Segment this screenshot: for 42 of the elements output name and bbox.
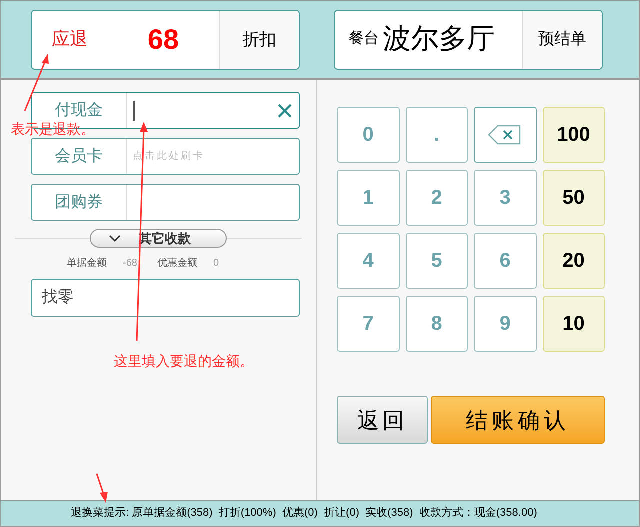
digit-key[interactable]: 1 xyxy=(337,170,400,226)
back-button[interactable]: 返回 xyxy=(337,396,428,444)
amount-key[interactable]: 100 xyxy=(542,107,605,163)
digit-key[interactable]: 8 xyxy=(406,296,468,352)
digit-key[interactable]: 7 xyxy=(337,296,400,352)
payment-field[interactable]: 会员卡 点击此处刷卡 xyxy=(31,138,300,175)
field-label: 会员卡 xyxy=(32,139,127,174)
digit-key[interactable]: 5 xyxy=(406,233,468,289)
digit-key[interactable]: 6 xyxy=(474,233,536,289)
discount-button[interactable]: 折扣 xyxy=(219,10,299,68)
text-cursor xyxy=(133,100,135,120)
change-field[interactable]: 找零 xyxy=(31,279,300,317)
pre-bill-button[interactable]: 预结单 xyxy=(522,10,602,68)
backspace-icon xyxy=(488,125,522,145)
digit-key[interactable]: 4 xyxy=(337,233,400,289)
amount-key[interactable]: 10 xyxy=(542,296,605,352)
annotation-arrow xyxy=(24,54,49,112)
table-name: 波尔多厅 xyxy=(383,22,496,56)
confirm-checkout-button[interactable]: 结账确认 xyxy=(431,396,605,444)
amount-key[interactable]: 50 xyxy=(542,170,605,226)
payment-field[interactable]: 团购券 xyxy=(31,184,300,221)
summary-label: 优惠金额 xyxy=(157,256,198,271)
summary-value: 0 xyxy=(213,257,220,271)
amount-key[interactable]: 20 xyxy=(542,233,605,289)
table-label: 餐台 xyxy=(349,29,379,50)
status-text: 退换菜提示: 原单据金额(358) 打折(100%) 优惠(0) 折让(0) 实收(358) 收款方式：现金(358.00) xyxy=(71,506,538,522)
refund-amount: 68 xyxy=(146,22,180,56)
digit-key[interactable]: 3 xyxy=(474,170,536,226)
card-input[interactable]: 点击此处刷卡 xyxy=(133,149,265,164)
annotation-arrow xyxy=(96,474,108,503)
annotation-text: 这里填入要退的金额。 xyxy=(114,352,254,371)
summary-label: 单据金额 xyxy=(67,256,107,271)
clear-icon[interactable] xyxy=(277,102,293,118)
digit-key[interactable]: 9 xyxy=(474,296,536,352)
digit-key[interactable]: 2 xyxy=(406,170,468,226)
chevron-icon xyxy=(109,234,121,242)
digit-key[interactable]: 0 xyxy=(337,107,400,163)
backspace-key[interactable] xyxy=(474,107,536,163)
digit-key[interactable]: . xyxy=(406,107,468,163)
summary-value: -68 xyxy=(123,257,138,271)
refund-label: 应退 xyxy=(51,28,89,51)
field-label: 团购券 xyxy=(32,185,127,220)
